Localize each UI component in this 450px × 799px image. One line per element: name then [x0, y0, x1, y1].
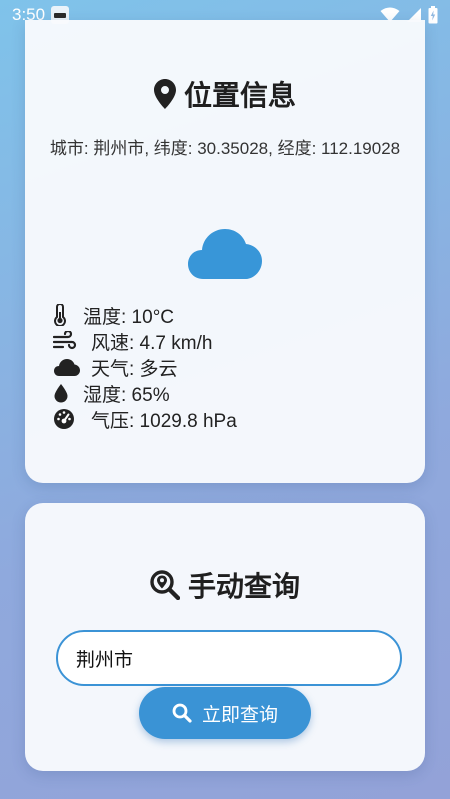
- temperature-text: 温度: 10°C: [83, 306, 175, 328]
- city-input[interactable]: [56, 630, 402, 686]
- wind-icon: [53, 330, 87, 352]
- manual-query-title: 手动查询: [25, 565, 425, 605]
- thermometer-icon: [53, 304, 79, 326]
- cloud-icon: [188, 229, 262, 279]
- query-now-label: 立即查询: [201, 704, 278, 726]
- coordinates-text: 城市: 荆州市, 纬度: 30.35028, 经度: 112.19028: [49, 139, 401, 158]
- search-location-icon: [150, 570, 180, 600]
- battery-icon: [428, 6, 438, 24]
- manual-query-card: 手动查询 立即查询: [25, 503, 425, 771]
- wind-speed-text: 风速: 4.7 km/h: [91, 332, 213, 354]
- cloud-icon: [53, 356, 87, 378]
- gauge-icon: [53, 408, 87, 430]
- query-now-button[interactable]: 立即查询: [139, 687, 311, 739]
- droplet-icon: [53, 382, 79, 404]
- condition-row: 天气: 多云: [53, 354, 413, 380]
- manual-query-title-text: 手动查询: [187, 571, 300, 602]
- search-icon: [172, 703, 192, 723]
- humidity-text: 湿度: 65%: [83, 384, 170, 406]
- condition-text: 天气: 多云: [91, 358, 178, 380]
- location-title: 位置信息: [25, 74, 425, 114]
- temperature-row: 温度: 10°C: [53, 302, 413, 328]
- map-marker-icon: [153, 79, 176, 109]
- location-card: 位置信息 城市: 荆州市, 纬度: 30.35028, 经度: 112.1902…: [25, 20, 425, 483]
- weather-details: 温度: 10°C 风速: 4.7 km/h 天气: 多云 湿度: 65% 气压:…: [53, 302, 413, 432]
- wind-row: 风速: 4.7 km/h: [53, 328, 413, 354]
- pressure-row: 气压: 1029.8 hPa: [53, 406, 413, 432]
- location-title-text: 位置信息: [183, 80, 296, 111]
- humidity-row: 湿度: 65%: [53, 380, 413, 406]
- pressure-text: 气压: 1029.8 hPa: [91, 410, 237, 432]
